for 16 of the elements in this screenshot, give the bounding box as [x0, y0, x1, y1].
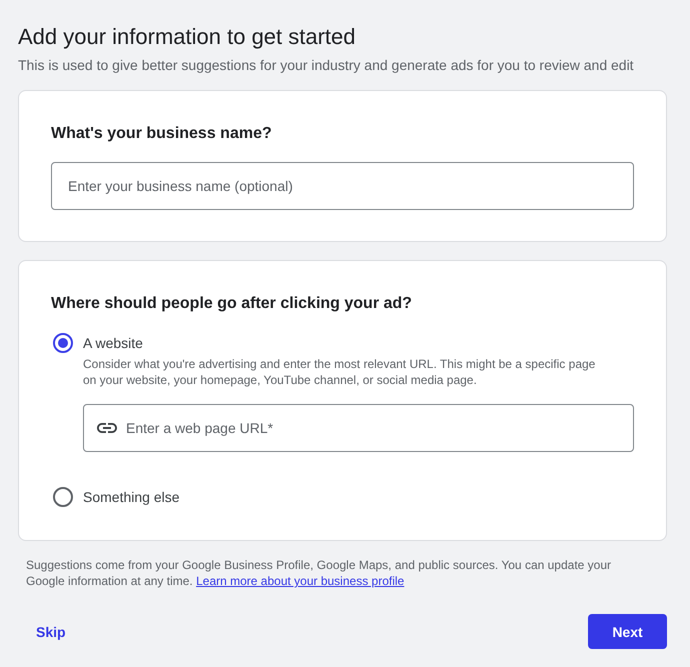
radio-button[interactable] [53, 333, 73, 353]
section-heading: What's your business name? [51, 124, 272, 144]
skip-button[interactable]: Skip [18, 614, 84, 649]
next-button[interactable]: Next [588, 614, 667, 649]
url-field[interactable]: Enter a web page URL* [83, 404, 634, 452]
page-title: Add your information to get started [18, 23, 356, 51]
option-description: Consider what you're advertising and enter the most relevant URL. This might be a specific page on your website, your homepage, YouTube channel, or social media page. [83, 356, 596, 388]
link-icon [97, 423, 117, 433]
learn-more-link[interactable]: Learn more about your business profile [196, 574, 404, 588]
footer-note: Suggestions come from your Google Business Profile, Google Maps, and public sources. You can update your Google information at any time. Learn more about your business profile [26, 557, 612, 589]
section-heading: Where should people go after clicking your ad? [51, 294, 412, 314]
input-field[interactable]: Enter your business name (optional) [51, 162, 634, 210]
option-label[interactable]: A website [83, 333, 143, 353]
page-subtitle: This is used to give better suggestions for your industry and generate ads for you to review and edit [18, 56, 634, 75]
option-label[interactable]: Something else [83, 487, 180, 507]
radio-button[interactable] [53, 487, 73, 507]
